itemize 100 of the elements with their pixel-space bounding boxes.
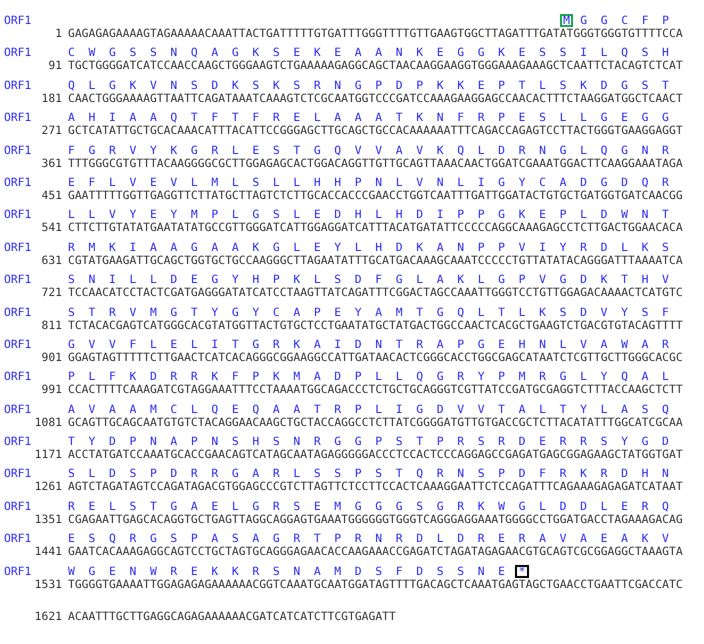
- amino-acid: K: [436, 78, 445, 92]
- reading-frame-label: ORF1: [4, 144, 32, 157]
- amino-acid: V: [108, 208, 117, 222]
- amino-acid: E: [498, 338, 506, 351]
- amino-acid: W: [621, 208, 629, 222]
- dna-sequence: GGAGTAGTTTTTCTTGAACTCATCACAGGGCGGAAGGCCATTGATAACACTCGGGCACCTGGCGAGCATAATCTCGTTGCTTGGGCACGC: [68, 350, 683, 364]
- amino-acid: K: [642, 240, 650, 254]
- amino-acid: F: [68, 144, 76, 157]
- amino-acid: R: [170, 564, 178, 578]
- amino-acid: D: [662, 435, 670, 448]
- amino-acid: D: [600, 240, 608, 254]
- dna-sequence: GAATCACAAAGAGGCAGTCCTGCTAGTGCAGGGAGAACACCAAGAAACCGAGATCTAGATAGAGAACGTGCAGTCGCGGAGGCTAAAGTA: [68, 545, 683, 558]
- amino-acid: K: [416, 46, 424, 60]
- amino-acid: F: [129, 338, 138, 351]
- amino-acid: Y: [621, 306, 629, 319]
- amino-acid: Q: [211, 402, 220, 416]
- amino-acid: S: [252, 176, 260, 189]
- reading-frame-label: ORF1: [4, 370, 32, 384]
- amino-acid: D: [354, 564, 363, 578]
- amino-acid: E: [88, 500, 96, 513]
- amino-acid: E: [314, 240, 322, 254]
- amino-acid: K: [580, 467, 588, 480]
- amino-acid: T: [416, 435, 424, 448]
- amino-acid: G: [68, 338, 76, 351]
- amino-acid: S: [560, 46, 568, 60]
- amino-acid: Q: [252, 402, 260, 416]
- amino-acid: L: [457, 176, 466, 189]
- amino-acid: T: [416, 306, 424, 319]
- amino-acid: P: [662, 14, 670, 27]
- amino-acid: P: [354, 370, 363, 384]
- amino-acid: R: [498, 435, 506, 448]
- amino-acid: D: [354, 273, 363, 286]
- amino-acid: E: [170, 338, 178, 351]
- amino-acid: K: [642, 532, 650, 546]
- amino-acid: P: [478, 240, 486, 254]
- amino-acid: D: [416, 532, 424, 546]
- amino-acid: K: [600, 273, 608, 286]
- amino-acid: G: [600, 111, 608, 124]
- amino-acid: D: [170, 273, 178, 286]
- dna-sequence: TTTGGGCGTGTTTACAAGGGGCGCTTGGAGAGCACTGGACAGGTTGTTGCAGTTAAACAACTGGATCGAAATGGACTTCAAGGAAATAGA: [68, 156, 683, 170]
- amino-acid: A: [232, 240, 240, 254]
- amino-acid: S: [252, 78, 260, 92]
- amino-acid: R: [580, 435, 588, 448]
- amino-acid: K: [272, 78, 281, 92]
- amino-acid: Y: [621, 435, 629, 448]
- dna-sequence: CGAGAATTGAGCACAGGTGCTGAGTTAGGCAGGAGTGAAATGGGGGGTGGGTCAGGGAGGAAATGGGGCCTGGATGACCTAGAAAGACAG: [68, 512, 683, 526]
- amino-acid: V: [580, 338, 588, 351]
- amino-acid: E: [539, 435, 547, 448]
- amino-acid: K: [211, 370, 220, 384]
- amino-acid: V: [129, 306, 138, 319]
- amino-acid: L: [621, 240, 629, 254]
- amino-acid: V: [170, 176, 178, 189]
- amino-acid: G: [498, 208, 506, 222]
- amino-acid: P: [129, 435, 138, 448]
- reading-frame-label: ORF1: [4, 240, 32, 254]
- amino-acid: A: [580, 532, 588, 546]
- amino-acid: A: [642, 370, 650, 384]
- amino-acid: E: [190, 564, 199, 578]
- amino-acid: H: [252, 435, 260, 448]
- amino-acid: P: [498, 370, 506, 384]
- amino-acid: W: [150, 564, 158, 578]
- amino-acid: L: [88, 78, 96, 92]
- amino-acid: P: [498, 467, 506, 480]
- amino-acid: R: [560, 435, 568, 448]
- amino-acid: N: [436, 176, 445, 189]
- amino-acid: K: [252, 46, 260, 60]
- amino-acid: L: [539, 402, 547, 416]
- amino-acid: H: [252, 273, 260, 286]
- amino-acid: F: [375, 273, 384, 286]
- amino-acid: S: [272, 564, 281, 578]
- amino-acid: N: [88, 273, 96, 286]
- amino-acid: P: [252, 370, 260, 384]
- amino-acid: Q: [642, 176, 650, 189]
- amino-acid: S: [396, 435, 404, 448]
- amino-acid: N: [293, 435, 302, 448]
- amino-acid: L: [560, 111, 568, 124]
- amino-acid: N: [539, 338, 547, 351]
- amino-acid: L: [580, 370, 588, 384]
- amino-acid: I: [129, 240, 138, 254]
- amino-acid: K: [129, 370, 138, 384]
- amino-acid: D: [580, 306, 588, 319]
- amino-acid: S: [600, 435, 608, 448]
- amino-acid: R: [457, 500, 466, 513]
- base-position: 1: [54, 27, 62, 40]
- amino-acid: A: [293, 402, 302, 416]
- amino-acid: L: [314, 273, 322, 286]
- amino-acid: L: [293, 176, 302, 189]
- amino-acid: S: [478, 435, 486, 448]
- amino-acid: L: [68, 208, 76, 222]
- amino-acid: L: [600, 402, 608, 416]
- base-position: 721: [40, 286, 62, 300]
- amino-acid: Q: [190, 46, 199, 60]
- amino-acid: L: [150, 273, 158, 286]
- base-position: 451: [40, 188, 62, 202]
- amino-acid: G: [88, 564, 96, 578]
- amino-acid: N: [642, 208, 650, 222]
- amino-acid: K: [293, 273, 302, 286]
- amino-acid: T: [396, 338, 404, 351]
- dna-sequence: CTTCTTGTATATGAATATATGCCGTTGGGATCATTGGAGGATCATTTACATGATATTCCCCCAGGCAAAGAGCCTCTTGACTGGAACACA: [68, 221, 683, 234]
- amino-acid: A: [560, 176, 568, 189]
